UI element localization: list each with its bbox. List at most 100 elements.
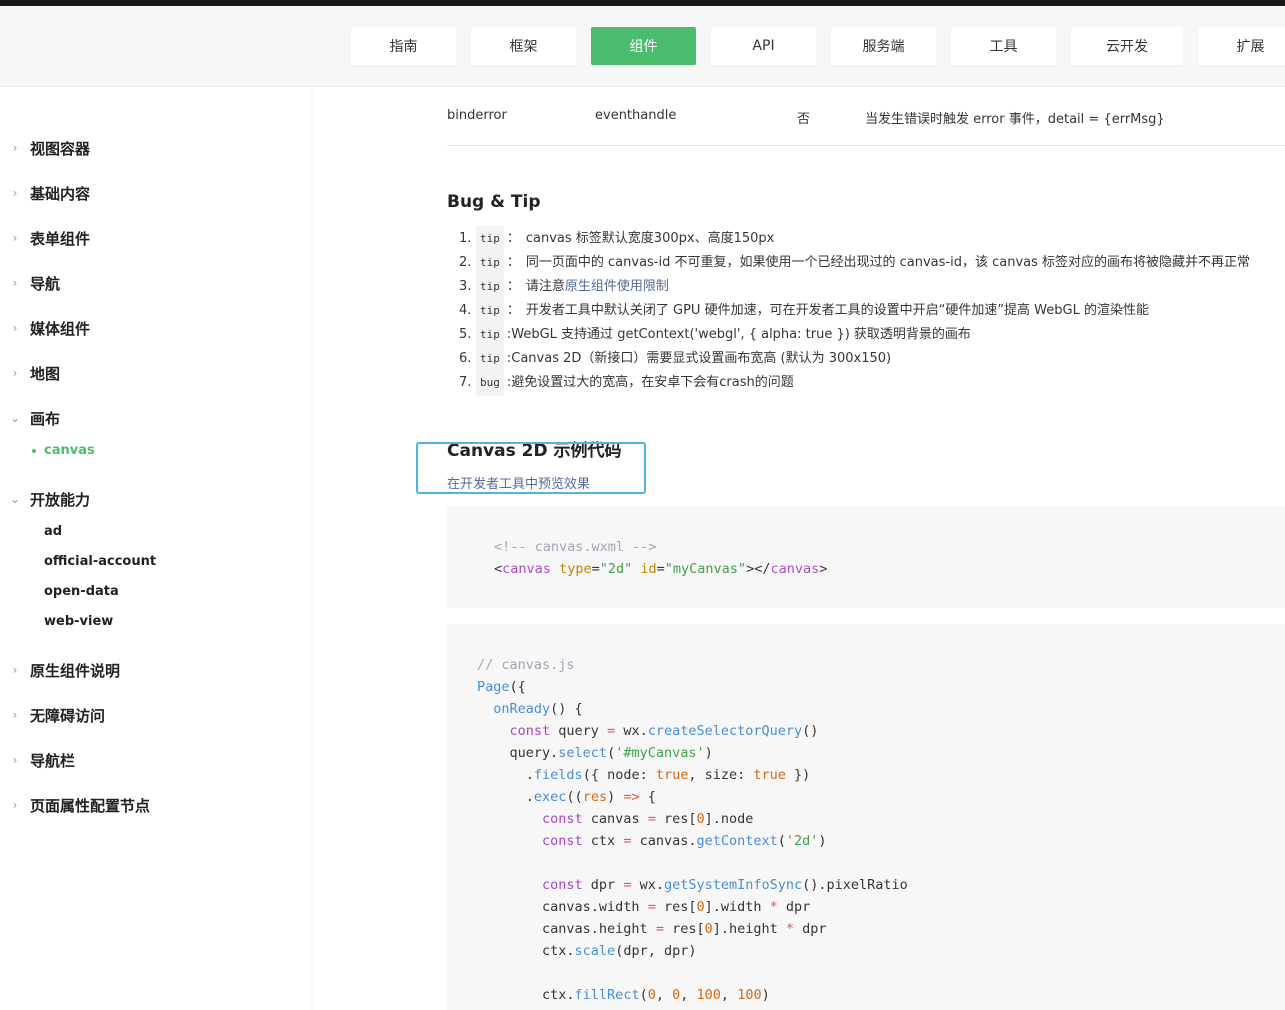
tip-text: 避免设置过大的宽高，在安卓下会有crash的问题 bbox=[511, 375, 794, 390]
sidebar-item-navigation-bar[interactable]: › 导航栏 bbox=[0, 749, 75, 771]
tip-tag: tip bbox=[476, 274, 504, 300]
sidebar-subitem-open-data[interactable]: open-data bbox=[44, 584, 119, 599]
chevron-right-icon: › bbox=[12, 231, 18, 245]
sidebar: › 视图容器 › 基础内容 › 表单组件 › 导航 › 媒体组件 › 地图 ⌄ … bbox=[0, 87, 310, 1010]
chevron-right-icon: › bbox=[12, 708, 18, 722]
list-number: 7. bbox=[459, 375, 472, 390]
table-cell-attr-name: binderror bbox=[447, 108, 507, 123]
tip-tag: tip bbox=[476, 226, 504, 252]
sidebar-item-open-ability[interactable]: ⌄ 开放能力 bbox=[0, 488, 90, 510]
bug-tip-heading: Bug & Tip bbox=[447, 192, 541, 212]
nav-tabs: 指南 框架 组件 API 服务端 工具 云开发 扩展 bbox=[351, 27, 1285, 65]
list-item: 7. bug: 避免设置过大的宽高，在安卓下会有crash的问题 bbox=[447, 370, 1285, 396]
nav-tab-guide[interactable]: 指南 bbox=[351, 27, 456, 65]
sidebar-item-label: 导航 bbox=[30, 274, 61, 293]
active-dot-icon bbox=[32, 448, 36, 453]
sidebar-subitem-label: canvas bbox=[44, 443, 95, 458]
tip-text: canvas 标签默认宽度300px、高度150px bbox=[525, 231, 775, 246]
chevron-down-icon: ⌄ bbox=[9, 411, 21, 425]
list-item: 5. tip: WebGL 支持通过 getContext('webgl', { a… bbox=[447, 322, 1285, 348]
table-cell-description: 当发生错误时触发 error 事件，detail = {errMsg} bbox=[865, 112, 1165, 127]
chevron-right-icon: › bbox=[12, 366, 18, 380]
tip-text: 请注意 bbox=[525, 279, 565, 294]
sidebar-item-form[interactable]: › 表单组件 bbox=[0, 227, 90, 249]
sidebar-item-navigation[interactable]: › 导航 bbox=[0, 272, 60, 294]
tip-text: 同一页面中的 canvas-id 不可重复，如果使用一个已经出现过的 canva… bbox=[525, 255, 1251, 270]
sidebar-subitem-web-view[interactable]: web-view bbox=[44, 614, 113, 629]
focus-highlight-box bbox=[416, 442, 646, 494]
tip-tag: tip bbox=[476, 346, 504, 372]
table-divider bbox=[447, 145, 1285, 146]
list-number: 5. bbox=[459, 327, 472, 342]
separator: ： bbox=[506, 303, 520, 318]
nav-tab-cloud[interactable]: 云开发 bbox=[1071, 27, 1183, 65]
nav-tab-server[interactable]: 服务端 bbox=[831, 27, 936, 65]
chevron-right-icon: › bbox=[12, 186, 18, 200]
sidebar-item-accessibility[interactable]: › 无障碍访问 bbox=[0, 704, 105, 726]
sidebar-item-label: 无障碍访问 bbox=[30, 706, 106, 725]
chevron-right-icon: › bbox=[12, 798, 18, 812]
list-item: 6. tip: Canvas 2D（新接口）需要显式设置画布宽高 (默认为 300x… bbox=[447, 346, 1285, 372]
separator: ： bbox=[506, 231, 520, 246]
list-item: 2. tip： 同一页面中的 canvas-id 不可重复，如果使用一个已经出现过的… bbox=[447, 250, 1285, 276]
sidebar-item-page-meta[interactable]: › 页面属性配置节点 bbox=[0, 794, 150, 816]
sidebar-subitem-canvas[interactable]: canvas bbox=[32, 443, 95, 458]
chevron-right-icon: › bbox=[12, 663, 18, 677]
tip-text: WebGL 支持通过 getContext('webgl', { alpha: … bbox=[511, 327, 971, 342]
sidebar-subitem-official-account[interactable]: official-account bbox=[44, 554, 156, 569]
list-item: 4. tip： 开发者工具中默认关闭了 GPU 硬件加速，可在开发者工具的设置中开启… bbox=[447, 298, 1285, 324]
tip-tag: tip bbox=[476, 298, 504, 324]
sidebar-item-media[interactable]: › 媒体组件 bbox=[0, 317, 90, 339]
tip-tag: tip bbox=[476, 322, 504, 348]
separator: ： bbox=[506, 255, 520, 270]
code-block-js: // canvas.js Page({ onReady() { const qu… bbox=[447, 624, 1285, 1010]
chevron-down-icon: ⌄ bbox=[9, 492, 21, 506]
sidebar-item-label: 开放能力 bbox=[30, 490, 91, 509]
nav-tab-framework[interactable]: 框架 bbox=[471, 27, 576, 65]
sidebar-item-label: 地图 bbox=[30, 364, 61, 383]
sidebar-item-canvas-group[interactable]: ⌄ 画布 bbox=[0, 407, 60, 429]
main-content: binderror eventhandle 否 当发生错误时触发 error 事… bbox=[447, 87, 1285, 1010]
code-wxml: <!-- canvas.wxml --> <canvas type="2d" i… bbox=[494, 539, 828, 577]
list-number: 6. bbox=[459, 351, 472, 366]
list-number: 4. bbox=[459, 303, 472, 318]
bug-tag: bug bbox=[476, 370, 504, 396]
list-number: 3. bbox=[459, 279, 472, 294]
list-number: 1. bbox=[459, 231, 472, 246]
sidebar-item-native-components[interactable]: › 原生组件说明 bbox=[0, 659, 120, 681]
table-cell-required: 否 bbox=[797, 112, 811, 127]
sidebar-item-view-container[interactable]: › 视图容器 bbox=[0, 137, 90, 159]
sidebar-item-label: 表单组件 bbox=[30, 229, 91, 248]
sidebar-item-label: 页面属性配置节点 bbox=[30, 796, 151, 815]
tip-text: 开发者工具中默认关闭了 GPU 硬件加速，可在开发者工具的设置中开启“硬件加速”… bbox=[525, 303, 1149, 318]
sidebar-item-label: 导航栏 bbox=[30, 751, 76, 770]
nav-tab-extension[interactable]: 扩展 bbox=[1198, 27, 1285, 65]
list-item: 3. tip： 请注意 原生组件使用限制 bbox=[447, 274, 1285, 300]
sidebar-item-label: 原生组件说明 bbox=[30, 661, 121, 680]
nav-tab-components[interactable]: 组件 bbox=[591, 27, 696, 65]
list-item: 1. tip： canvas 标签默认宽度300px、高度150px bbox=[447, 226, 1285, 252]
tip-tag: tip bbox=[476, 250, 504, 276]
chevron-right-icon: › bbox=[12, 276, 18, 290]
separator: ： bbox=[506, 279, 520, 294]
nav-tab-api[interactable]: API bbox=[711, 27, 816, 65]
native-component-limit-link[interactable]: 原生组件使用限制 bbox=[565, 275, 669, 299]
tip-text: Canvas 2D（新接口）需要显式设置画布宽高 (默认为 300x150) bbox=[511, 351, 892, 366]
top-navbar: 指南 框架 组件 API 服务端 工具 云开发 扩展 bbox=[0, 6, 1285, 87]
sidebar-item-label: 视图容器 bbox=[30, 139, 91, 158]
sidebar-item-label: 画布 bbox=[30, 409, 61, 428]
sidebar-subitem-ad[interactable]: ad bbox=[44, 524, 62, 539]
chevron-right-icon: › bbox=[12, 753, 18, 767]
table-cell-attr-type: eventhandle bbox=[595, 108, 677, 123]
code-js: // canvas.js Page({ onReady() { const qu… bbox=[477, 657, 908, 1003]
sidebar-item-label: 基础内容 bbox=[30, 184, 91, 203]
sidebar-item-map[interactable]: › 地图 bbox=[0, 362, 60, 384]
sidebar-gutter bbox=[310, 87, 315, 1010]
list-number: 2. bbox=[459, 255, 472, 270]
code-block-wxml: <!-- canvas.wxml --> <canvas type="2d" i… bbox=[447, 506, 1285, 608]
sidebar-item-label: 媒体组件 bbox=[30, 319, 91, 338]
chevron-right-icon: › bbox=[12, 321, 18, 335]
nav-tab-tools[interactable]: 工具 bbox=[951, 27, 1056, 65]
sidebar-item-basic-content[interactable]: › 基础内容 bbox=[0, 182, 90, 204]
bug-tip-list: 1. tip： canvas 标签默认宽度300px、高度150px 2. tip：同… bbox=[447, 226, 1285, 396]
